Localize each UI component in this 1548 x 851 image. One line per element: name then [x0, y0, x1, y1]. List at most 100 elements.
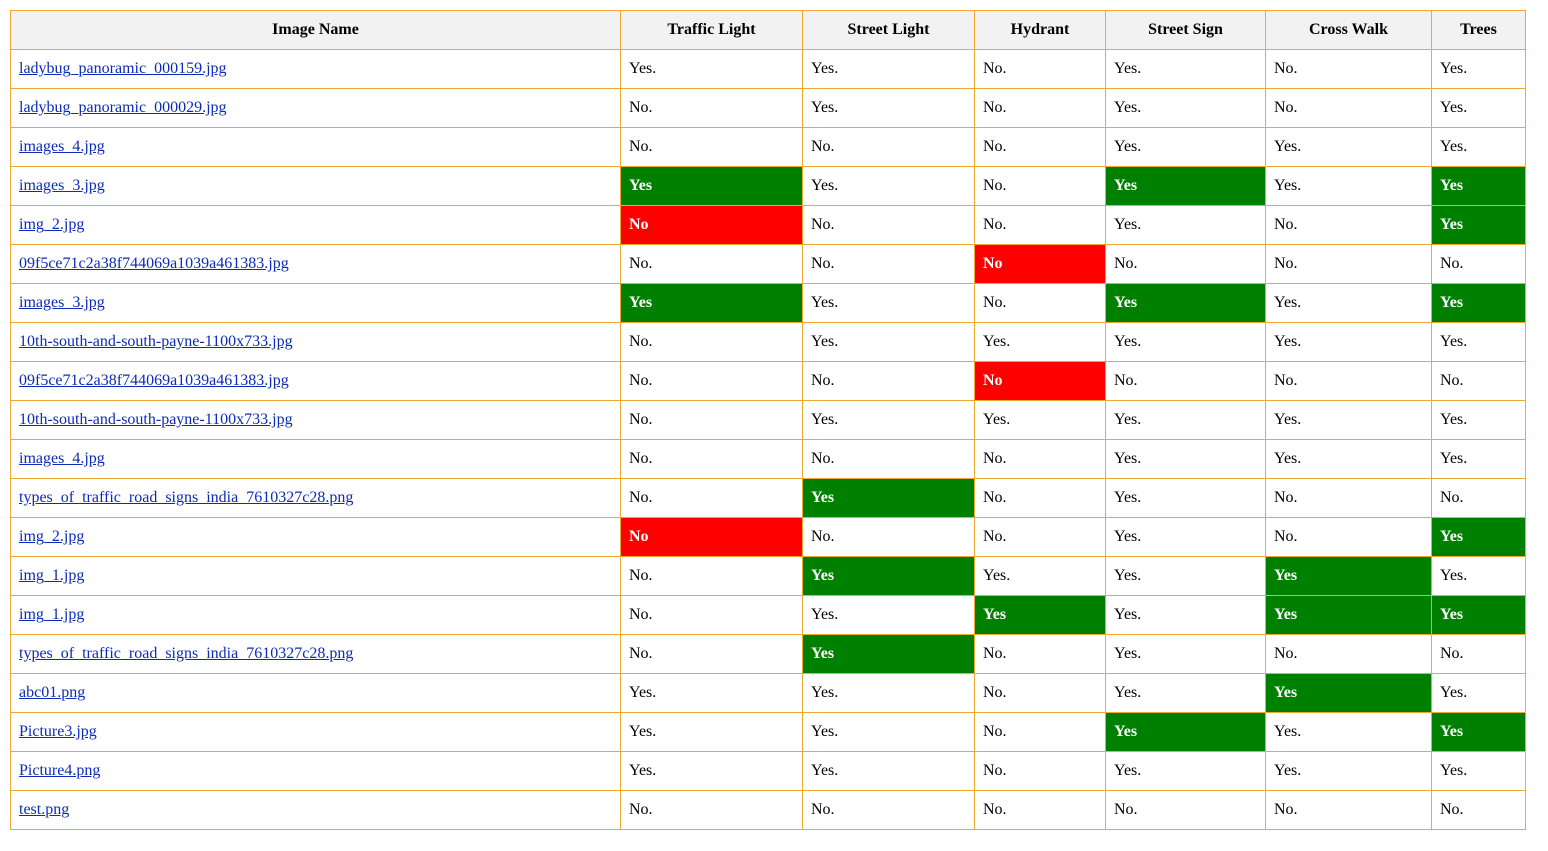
table-row: ladybug_panoramic_000029.jpg No. Yes. No. Ye… [10, 88, 1526, 128]
image-link[interactable]: ladybug_panoramic_000159.jpg [19, 60, 227, 77]
cross-walk-cell: Yes. [1265, 322, 1432, 362]
cross-walk-cell: No. [1265, 361, 1432, 401]
image-link[interactable]: images_3.jpg [19, 294, 105, 311]
street-sign-cell: No. [1105, 244, 1266, 284]
street-light-cell: No. [802, 244, 975, 284]
header-street-sign: Street Sign [1105, 10, 1266, 50]
image-link[interactable]: 09f5ce71c2a38f744069a1039a461383.jpg [19, 372, 289, 389]
cross-walk-cell: No. [1265, 478, 1432, 518]
street-sign-cell: Yes. [1105, 517, 1266, 557]
image-link[interactable]: 10th-south-and-south-payne-1100x733.jpg [19, 411, 293, 428]
trees-cell: Yes. [1431, 127, 1526, 167]
street-sign-cell: Yes. [1105, 49, 1266, 89]
cross-walk-cell: No. [1265, 790, 1432, 830]
image-link[interactable]: images_3.jpg [19, 177, 105, 194]
cross-walk-cell: Yes. [1265, 712, 1432, 752]
hydrant-cell: No. [974, 166, 1106, 206]
street-sign-cell: Yes. [1105, 478, 1266, 518]
traffic-light-cell: No. [620, 361, 803, 401]
image-name-cell: img_2.jpg [10, 517, 621, 557]
trees-cell: Yes [1431, 205, 1526, 245]
table-row: images_4.jpg No. No. No. Yes. Yes. Yes. [10, 439, 1526, 479]
cross-walk-cell: No. [1265, 205, 1432, 245]
traffic-light-cell: No. [620, 556, 803, 596]
street-sign-cell: Yes. [1105, 400, 1266, 440]
image-link[interactable]: types_of_traffic_road_signs_india_761032… [19, 645, 353, 662]
table-row: img_2.jpg No No. No. Yes. No. Yes [10, 205, 1526, 245]
table-row: 09f5ce71c2a38f744069a1039a461383.jpg No. N… [10, 361, 1526, 401]
trees-cell: Yes. [1431, 400, 1526, 440]
hydrant-cell: Yes. [974, 556, 1106, 596]
street-sign-cell: Yes. [1105, 127, 1266, 167]
traffic-light-cell: No. [620, 244, 803, 284]
street-light-cell: No. [802, 790, 975, 830]
hydrant-cell: No. [974, 205, 1106, 245]
image-link[interactable]: types_of_traffic_road_signs_india_761032… [19, 489, 353, 506]
street-sign-cell: Yes. [1105, 439, 1266, 479]
image-link[interactable]: Picture4.png [19, 762, 100, 779]
trees-cell: Yes. [1431, 439, 1526, 479]
image-link[interactable]: img_2.jpg [19, 216, 84, 233]
header-cross-walk: Cross Walk [1265, 10, 1432, 50]
cross-walk-cell: Yes. [1265, 400, 1432, 440]
traffic-light-cell: No [620, 205, 803, 245]
hydrant-cell: No. [974, 751, 1106, 791]
trees-cell: Yes. [1431, 88, 1526, 128]
traffic-light-cell: Yes. [620, 712, 803, 752]
street-sign-cell: Yes. [1105, 673, 1266, 713]
image-link[interactable]: images_4.jpg [19, 450, 105, 467]
image-link[interactable]: 10th-south-and-south-payne-1100x733.jpg [19, 333, 293, 350]
header-trees: Trees [1431, 10, 1526, 50]
street-sign-cell: Yes [1105, 166, 1266, 206]
hydrant-cell: No. [974, 712, 1106, 752]
table-row: ladybug_panoramic_000159.jpg Yes. Yes. No. Y… [10, 49, 1526, 89]
hydrant-cell: Yes [974, 595, 1106, 635]
header-street-light: Street Light [802, 10, 975, 50]
street-light-cell: Yes. [802, 673, 975, 713]
traffic-light-cell: No. [620, 88, 803, 128]
traffic-light-cell: Yes [620, 166, 803, 206]
image-name-cell: types_of_traffic_road_signs_india_761032… [10, 634, 621, 674]
image-link[interactable]: img_1.jpg [19, 606, 84, 623]
image-link[interactable]: test.png [19, 801, 69, 818]
image-link[interactable]: images_4.jpg [19, 138, 105, 155]
image-link[interactable]: Picture3.jpg [19, 723, 97, 740]
street-sign-cell: Yes. [1105, 595, 1266, 635]
traffic-light-cell: No. [620, 478, 803, 518]
traffic-light-cell: Yes. [620, 751, 803, 791]
table-row: img_2.jpg No No. No. Yes. No. Yes [10, 517, 1526, 557]
trees-cell: No. [1431, 790, 1526, 830]
street-sign-cell: Yes [1105, 283, 1266, 323]
traffic-light-cell: No. [620, 595, 803, 635]
street-light-cell: Yes. [802, 49, 975, 89]
image-link[interactable]: img_1.jpg [19, 567, 84, 584]
hydrant-cell: No. [974, 478, 1106, 518]
street-light-cell: No. [802, 439, 975, 479]
table-row: images_4.jpg No. No. No. Yes. Yes. Yes. [10, 127, 1526, 167]
cross-walk-cell: Yes [1265, 673, 1432, 713]
header-hydrant: Hydrant [974, 10, 1106, 50]
image-link[interactable]: img_2.jpg [19, 528, 84, 545]
hydrant-cell: No. [974, 673, 1106, 713]
table-row: abc01.png Yes. Yes. No. Yes. Yes Yes. [10, 673, 1526, 713]
image-name-cell: 10th-south-and-south-payne-1100x733.jpg [10, 400, 621, 440]
image-link[interactable]: abc01.png [19, 684, 85, 701]
street-sign-cell: No. [1105, 361, 1266, 401]
table-row: images_3.jpg Yes Yes. No. Yes Yes. Yes [10, 283, 1526, 323]
image-link[interactable]: 09f5ce71c2a38f744069a1039a461383.jpg [19, 255, 289, 272]
traffic-light-cell: No. [620, 634, 803, 674]
trees-cell: Yes [1431, 595, 1526, 635]
trees-cell: Yes. [1431, 556, 1526, 596]
traffic-light-cell: Yes [620, 283, 803, 323]
cross-walk-cell: No. [1265, 244, 1432, 284]
street-sign-cell: Yes. [1105, 751, 1266, 791]
table-row: 10th-south-and-south-payne-1100x733.jpg N… [10, 400, 1526, 440]
table-row: Picture4.png Yes. Yes. No. Yes. Yes. Yes. [10, 751, 1526, 791]
street-light-cell: Yes. [802, 712, 975, 752]
image-name-cell: images_4.jpg [10, 127, 621, 167]
trees-cell: No. [1431, 478, 1526, 518]
image-link[interactable]: ladybug_panoramic_000029.jpg [19, 99, 227, 116]
trees-cell: Yes. [1431, 673, 1526, 713]
street-light-cell: No. [802, 127, 975, 167]
cross-walk-cell: Yes. [1265, 283, 1432, 323]
